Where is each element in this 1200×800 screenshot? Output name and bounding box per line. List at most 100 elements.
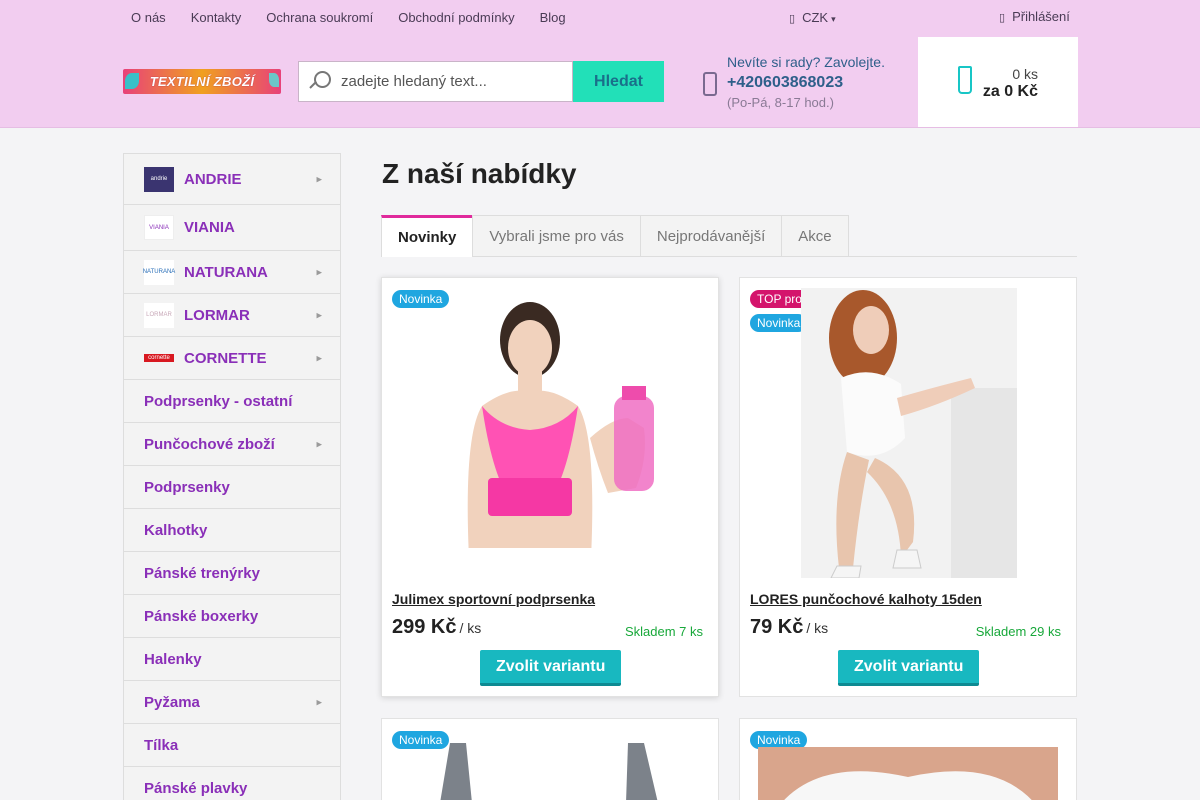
product-card[interactable]: Novinka Julimex sportovní podprsenka 299…	[381, 277, 719, 697]
logo-leaf-left	[125, 73, 139, 89]
sidebar-item-label: NATURANA	[184, 263, 268, 281]
nav-link-about[interactable]: O nás	[131, 10, 166, 26]
product-card[interactable]: Novinka	[739, 718, 1077, 800]
sidebar-item-label: Punčochové zboží	[144, 435, 275, 453]
tab-recommended[interactable]: Vybrali jsme pro vás	[472, 215, 641, 256]
product-name[interactable]: LORES punčochové kalhoty 15den	[750, 591, 982, 607]
sidebar-item-label: Halenky	[144, 650, 202, 668]
chevron-right-icon: ▸	[316, 309, 322, 322]
new-badge: Novinka	[750, 314, 808, 332]
price-unit: / ks	[806, 620, 829, 636]
search-field-wrapper	[298, 61, 573, 102]
choose-variant-button[interactable]: Zvolit variantu	[480, 650, 622, 686]
sidebar-item-label: LORMAR	[184, 306, 250, 324]
search-input[interactable]	[341, 73, 561, 90]
product-card[interactable]: TOP produkt Novinka LORES punčochové kal…	[739, 277, 1077, 697]
chevron-right-icon: ▸	[316, 173, 322, 186]
nav-link-contacts[interactable]: Kontakty	[191, 10, 242, 26]
user-icon: ▯	[999, 12, 1006, 24]
category-sidebar: andrie ANDRIE ▸ VIANIA VIANIA NATURANA N…	[123, 153, 341, 800]
price-value: 79 Kč	[750, 616, 804, 638]
andrie-brand-icon: andrie	[144, 166, 174, 192]
product-tabs: Novinky Vybrali jsme pro vás Nejprodávan…	[381, 215, 1077, 257]
product-card[interactable]: Novinka	[381, 718, 719, 800]
help-hours: (Po-Pá, 8-17 hod.)	[727, 95, 834, 110]
help-contact: Nevíte si rady? Zavolejte. +420603868023…	[727, 54, 885, 110]
sidebar-item-label: Pyžama	[144, 693, 200, 711]
sidebar-item-label: ANDRIE	[184, 170, 242, 188]
sidebar-item-label: Pánské trenýrky	[144, 564, 260, 582]
sidebar-item-label: Kalhotky	[144, 521, 208, 539]
money-icon: ▯	[789, 13, 796, 25]
sidebar-item-label: CORNETTE	[184, 349, 267, 367]
tab-novinky[interactable]: Novinky	[381, 215, 474, 257]
phone-icon	[703, 72, 717, 96]
nav-link-terms[interactable]: Obchodní podmínky	[398, 10, 514, 26]
login-link[interactable]: ▯ Přihlášení	[999, 9, 1070, 26]
nav-link-blog[interactable]: Blog	[540, 10, 566, 26]
stock-status: Skladem 29 ks	[975, 624, 1061, 639]
sidebar-item-label: Pánské plavky	[144, 779, 248, 797]
sidebar-item-mens-boxers[interactable]: Pánské boxerky	[124, 595, 340, 638]
chevron-right-icon: ▸	[316, 266, 322, 279]
viania-brand-icon: VIANIA	[144, 215, 174, 240]
page-title: Z naší nabídky	[382, 158, 577, 189]
search-icon	[309, 70, 331, 93]
product-image[interactable]	[758, 747, 1058, 800]
cart-count: 0 ks	[1012, 66, 1038, 82]
product-price: 79 Kč / ks	[750, 616, 828, 639]
sidebar-item-cornette[interactable]: cornette CORNETTE ▸	[124, 337, 340, 380]
logo-text: TEXTILNÍ ZBOŽÍ	[149, 74, 255, 89]
product-image[interactable]	[400, 743, 700, 800]
sidebar-item-label: Podprsenky	[144, 478, 230, 496]
currency-label: CZK	[802, 10, 829, 25]
product-name[interactable]: Julimex sportovní podprsenka	[392, 591, 595, 607]
search-bar: Hledat	[298, 61, 664, 102]
sidebar-item-label: Pánské boxerky	[144, 607, 259, 625]
lormar-brand-icon: LORMAR	[144, 302, 174, 328]
stock-status: Skladem 7 ks	[624, 624, 703, 639]
login-label: Přihlášení	[1012, 9, 1070, 24]
naturana-brand-icon: NATURANA	[143, 259, 175, 285]
help-phone-number[interactable]: +420603868023	[727, 71, 885, 95]
chevron-right-icon: ▸	[316, 352, 322, 365]
sidebar-item-bras-other[interactable]: Podprsenky - ostatní	[124, 380, 340, 423]
sidebar-item-mens-shorts[interactable]: Pánské trenýrky	[124, 552, 340, 595]
search-button[interactable]: Hledat	[573, 61, 664, 102]
tab-sale[interactable]: Akce	[781, 215, 849, 256]
sidebar-item-label: Podprsenky - ostatní	[144, 392, 293, 410]
logo-leaf-right	[269, 73, 279, 87]
sidebar-item-hosiery[interactable]: Punčochové zboží ▸	[124, 423, 340, 466]
chevron-right-icon: ▸	[316, 438, 322, 451]
sidebar-item-tank-tops[interactable]: Tílka	[124, 724, 340, 767]
top-navigation: O nás Kontakty Ochrana soukromí Obchodní…	[123, 10, 591, 26]
sidebar-item-label: Tílka	[144, 736, 179, 754]
sidebar-item-label: VIANIA	[184, 219, 235, 236]
product-price: 299 Kč / ks	[392, 616, 481, 639]
product-image[interactable]	[400, 288, 700, 578]
price-unit: / ks	[459, 620, 482, 636]
sidebar-item-viania[interactable]: VIANIA VIANIA	[124, 205, 340, 251]
sidebar-item-pajamas[interactable]: Pyžama ▸	[124, 681, 340, 724]
chevron-right-icon: ▸	[316, 696, 322, 709]
cart-total: za 0 Kč	[982, 83, 1038, 100]
sidebar-item-naturana[interactable]: NATURANA NATURANA ▸	[124, 251, 340, 294]
cart-icon	[958, 66, 972, 94]
currency-selector[interactable]: ▯ CZK ▾	[789, 10, 836, 27]
chevron-down-icon: ▾	[831, 14, 836, 24]
cart-widget[interactable]: 0 ks za 0 Kč	[918, 37, 1078, 127]
product-image[interactable]	[801, 288, 1017, 578]
price-value: 299 Kč	[392, 616, 457, 638]
sidebar-item-bras[interactable]: Podprsenky	[124, 466, 340, 509]
help-question: Nevíte si rady? Zavolejte.	[727, 54, 885, 70]
tab-bestsellers[interactable]: Nejprodávanější	[639, 215, 783, 256]
cornette-brand-icon: cornette	[144, 354, 174, 362]
sidebar-item-mens-swimwear[interactable]: Pánské plavky	[124, 767, 340, 800]
choose-variant-button[interactable]: Zvolit variantu	[838, 650, 980, 686]
sidebar-item-andrie[interactable]: andrie ANDRIE ▸	[124, 154, 340, 205]
site-logo[interactable]: TEXTILNÍ ZBOŽÍ	[123, 69, 281, 94]
sidebar-item-panties[interactable]: Kalhotky	[124, 509, 340, 552]
sidebar-item-lormar[interactable]: LORMAR LORMAR ▸	[124, 294, 340, 337]
sidebar-item-blouses[interactable]: Halenky	[124, 638, 340, 681]
nav-link-privacy[interactable]: Ochrana soukromí	[266, 10, 373, 26]
